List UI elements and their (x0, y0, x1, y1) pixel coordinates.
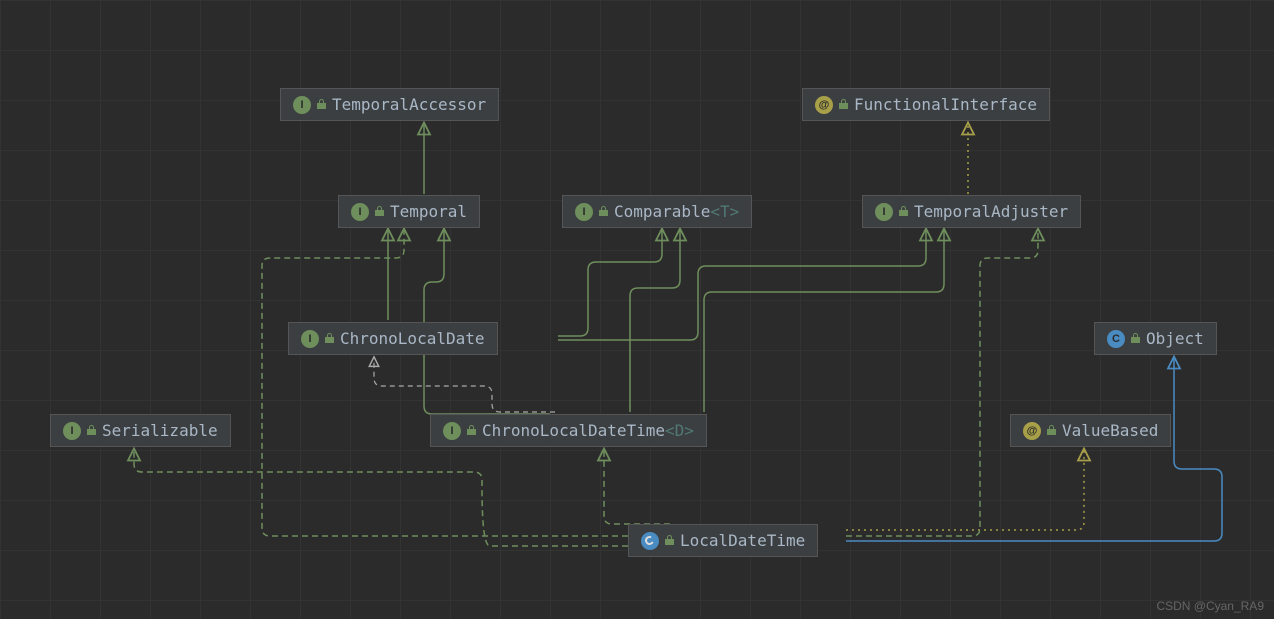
node-label: Serializable (102, 421, 218, 440)
interface-icon: I (443, 422, 461, 440)
lock-icon (839, 100, 848, 109)
node-temporal[interactable]: I Temporal (338, 195, 480, 228)
node-label: Temporal (390, 202, 467, 221)
node-label: FunctionalInterface (854, 95, 1037, 114)
lock-icon (665, 536, 674, 545)
interface-icon: I (293, 96, 311, 114)
node-label: Comparable<T> (614, 202, 739, 221)
interface-icon: I (63, 422, 81, 440)
lock-icon (317, 100, 326, 109)
interface-icon: I (875, 203, 893, 221)
lock-icon (325, 334, 334, 343)
node-serializable[interactable]: I Serializable (50, 414, 231, 447)
interface-icon: I (575, 203, 593, 221)
class-icon (641, 532, 659, 550)
node-chrono-local-date-time[interactable]: I ChronoLocalDateTime<D> (430, 414, 707, 447)
lock-icon (899, 207, 908, 216)
lock-icon (375, 207, 384, 216)
node-label: ChronoLocalDateTime<D> (482, 421, 694, 440)
lock-icon (1047, 426, 1056, 435)
lock-icon (467, 426, 476, 435)
interface-icon: I (301, 330, 319, 348)
node-label: Object (1146, 329, 1204, 348)
node-label: TemporalAdjuster (914, 202, 1068, 221)
node-label: ValueBased (1062, 421, 1158, 440)
node-comparable[interactable]: I Comparable<T> (562, 195, 752, 228)
node-functional-interface[interactable]: @ FunctionalInterface (802, 88, 1050, 121)
lock-icon (87, 426, 96, 435)
annotation-icon: @ (1023, 422, 1041, 440)
interface-icon: I (351, 203, 369, 221)
lock-icon (599, 207, 608, 216)
node-label: TemporalAccessor (332, 95, 486, 114)
node-local-date-time[interactable]: LocalDateTime (628, 524, 818, 557)
node-value-based[interactable]: @ ValueBased (1010, 414, 1171, 447)
node-label: LocalDateTime (680, 531, 805, 550)
node-temporal-accessor[interactable]: I TemporalAccessor (280, 88, 499, 121)
node-label: ChronoLocalDate (340, 329, 485, 348)
lock-icon (1131, 334, 1140, 343)
class-icon: C (1107, 330, 1125, 348)
node-object[interactable]: C Object (1094, 322, 1217, 355)
watermark: CSDN @Cyan_RA9 (1156, 599, 1264, 613)
node-temporal-adjuster[interactable]: I TemporalAdjuster (862, 195, 1081, 228)
annotation-icon: @ (815, 96, 833, 114)
node-chrono-local-date[interactable]: I ChronoLocalDate (288, 322, 498, 355)
